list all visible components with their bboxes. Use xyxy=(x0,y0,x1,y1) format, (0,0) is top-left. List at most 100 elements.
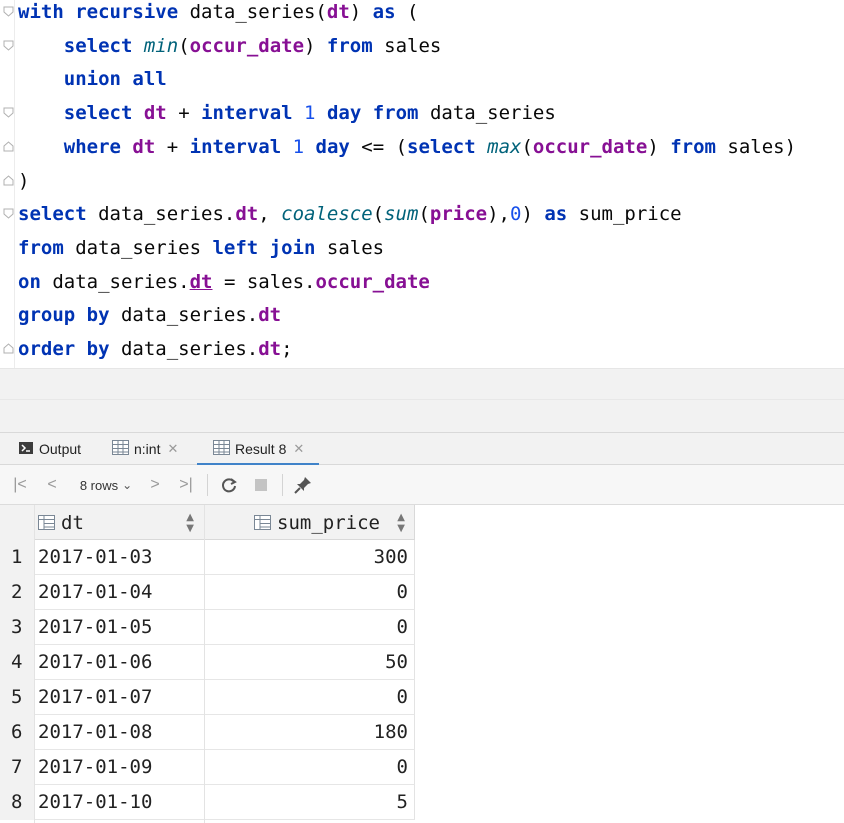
code-token: day xyxy=(315,135,350,158)
code-token: dt xyxy=(258,338,282,360)
code-token: union all xyxy=(63,68,167,91)
code-line[interactable]: from data_series left join sales xyxy=(18,236,384,270)
fold-start-icon[interactable] xyxy=(3,107,14,118)
chevron-down-icon: ⌄ xyxy=(122,478,133,492)
pin-icon[interactable] xyxy=(291,473,315,497)
cell-dt[interactable]: 2017-01-04 xyxy=(38,575,152,610)
column-icon xyxy=(254,515,271,530)
code-line[interactable]: group by data_series.dt xyxy=(18,303,281,337)
previous-page-icon[interactable]: < xyxy=(42,473,62,497)
fold-start-icon[interactable] xyxy=(3,6,14,17)
sort-icon[interactable]: ▲ ▼ xyxy=(186,512,194,534)
first-page-icon[interactable]: |< xyxy=(10,473,30,497)
code-line[interactable]: ) xyxy=(18,169,29,203)
table-row[interactable]: 2 2017-01-04 0 xyxy=(0,575,415,610)
cell-dt[interactable]: 2017-01-08 xyxy=(38,715,152,750)
rows-count-dropdown[interactable]: 8 rows ⌄ xyxy=(72,473,140,497)
table-row[interactable]: 6 2017-01-08 180 xyxy=(0,715,415,750)
code-token: ) xyxy=(18,169,30,192)
code-token: max xyxy=(487,135,522,158)
sort-icon[interactable]: ▲ ▼ xyxy=(397,512,405,534)
tab-result-8[interactable]: Result 8 ✕ xyxy=(197,433,320,466)
close-icon[interactable]: ✕ xyxy=(167,441,178,457)
cell-sum-price[interactable]: 5 xyxy=(397,785,408,820)
code-token: data_series xyxy=(418,102,556,125)
code-token: interval xyxy=(201,102,293,125)
cell-dt[interactable]: 2017-01-07 xyxy=(38,680,152,715)
column-header-sum-price-label: sum_price xyxy=(277,511,380,534)
cell-dt[interactable]: 2017-01-06 xyxy=(38,645,152,680)
row-number: 2 xyxy=(0,575,34,610)
cell-sum-price[interactable]: 300 xyxy=(374,540,408,575)
code-token: dt xyxy=(258,304,282,327)
code-token: select xyxy=(63,34,133,57)
row-number: 3 xyxy=(0,610,34,645)
stop-icon[interactable] xyxy=(250,473,272,497)
grid-header: dt ▲ ▼ sum_price ▲ ▼ xyxy=(0,505,415,540)
table-row[interactable]: 3 2017-01-05 0 xyxy=(0,610,415,645)
fold-end-icon[interactable] xyxy=(3,343,14,354)
code-line[interactable]: select dt + interval 1 day from data_ser… xyxy=(18,101,556,135)
cell-sum-price[interactable]: 50 xyxy=(385,645,408,680)
table-row[interactable]: 5 2017-01-07 0 xyxy=(0,680,415,715)
sql-editor[interactable]: with recursive data_series(dt) as ( sele… xyxy=(0,0,844,368)
fold-start-icon[interactable] xyxy=(3,40,14,51)
code-token: data_series( xyxy=(178,1,327,23)
code-token: select xyxy=(18,203,87,226)
code-token: from xyxy=(18,236,64,259)
code-line[interactable]: select min(occur_date) from sales xyxy=(18,34,442,68)
terminal-icon xyxy=(18,440,34,459)
refresh-icon[interactable] xyxy=(218,473,240,497)
table-icon xyxy=(213,440,230,458)
cell-sum-price[interactable]: 0 xyxy=(397,680,408,715)
code-token: interval xyxy=(189,135,282,158)
table-row[interactable]: 4 2017-01-06 50 xyxy=(0,645,415,680)
editor-gutter xyxy=(0,0,15,368)
cell-dt[interactable]: 2017-01-09 xyxy=(38,750,152,785)
last-page-icon[interactable]: >| xyxy=(175,473,197,497)
code-line[interactable]: order by data_series.dt; xyxy=(18,337,293,371)
code-token: dt xyxy=(326,1,350,23)
code-token: = sales. xyxy=(212,270,316,293)
cell-sum-price[interactable]: 0 xyxy=(397,610,408,645)
close-icon[interactable]: ✕ xyxy=(293,441,304,457)
code-line[interactable]: union all xyxy=(18,67,167,101)
code-line[interactable]: with recursive data_series(dt) as ( xyxy=(18,0,418,34)
code-token: 1 xyxy=(304,102,316,125)
results-toolbar: |< < 8 rows ⌄ > >| xyxy=(0,465,844,505)
code-token: dt xyxy=(235,203,259,226)
cell-sum-price[interactable]: 180 xyxy=(374,715,408,750)
table-row[interactable]: 7 2017-01-09 0 xyxy=(0,750,415,785)
cell-sum-price[interactable]: 0 xyxy=(397,575,408,610)
table-row[interactable]: 1 2017-01-03 300 xyxy=(0,540,415,575)
next-page-icon[interactable]: > xyxy=(145,473,165,497)
tab-nint[interactable]: n:int ✕ xyxy=(112,433,178,465)
code-line[interactable]: select data_series.dt, coalesce(sum(pric… xyxy=(18,202,682,236)
tab-output[interactable]: Output xyxy=(18,433,81,465)
tab-nint-label: n:int xyxy=(134,441,161,457)
code-token: + xyxy=(155,135,190,158)
cell-sum-price[interactable]: 0 xyxy=(397,750,408,785)
code-token: dt xyxy=(132,135,156,158)
fold-end-icon[interactable] xyxy=(3,141,14,152)
cell-dt[interactable]: 2017-01-10 xyxy=(38,785,152,820)
table-row[interactable]: 8 2017-01-10 5 xyxy=(0,785,415,820)
code-line[interactable]: where dt + interval 1 day <= (select max… xyxy=(18,135,796,169)
cell-dt[interactable]: 2017-01-03 xyxy=(38,540,152,575)
code-token: sum_price xyxy=(567,203,682,226)
cell-dt[interactable]: 2017-01-05 xyxy=(38,610,152,645)
fold-start-icon[interactable] xyxy=(3,208,14,219)
fold-end-icon[interactable] xyxy=(3,175,14,186)
column-header-sum-price[interactable]: sum_price ▲ ▼ xyxy=(204,505,415,540)
code-line[interactable]: on data_series.dt = sales.occur_date xyxy=(18,270,430,304)
row-number: 4 xyxy=(0,645,34,680)
results-grid: dt ▲ ▼ sum_price ▲ ▼ 1 2017-01-03 300 2 2017-0… xyxy=(0,505,844,823)
column-icon xyxy=(38,515,55,530)
column-header-dt[interactable]: dt ▲ ▼ xyxy=(34,505,204,540)
